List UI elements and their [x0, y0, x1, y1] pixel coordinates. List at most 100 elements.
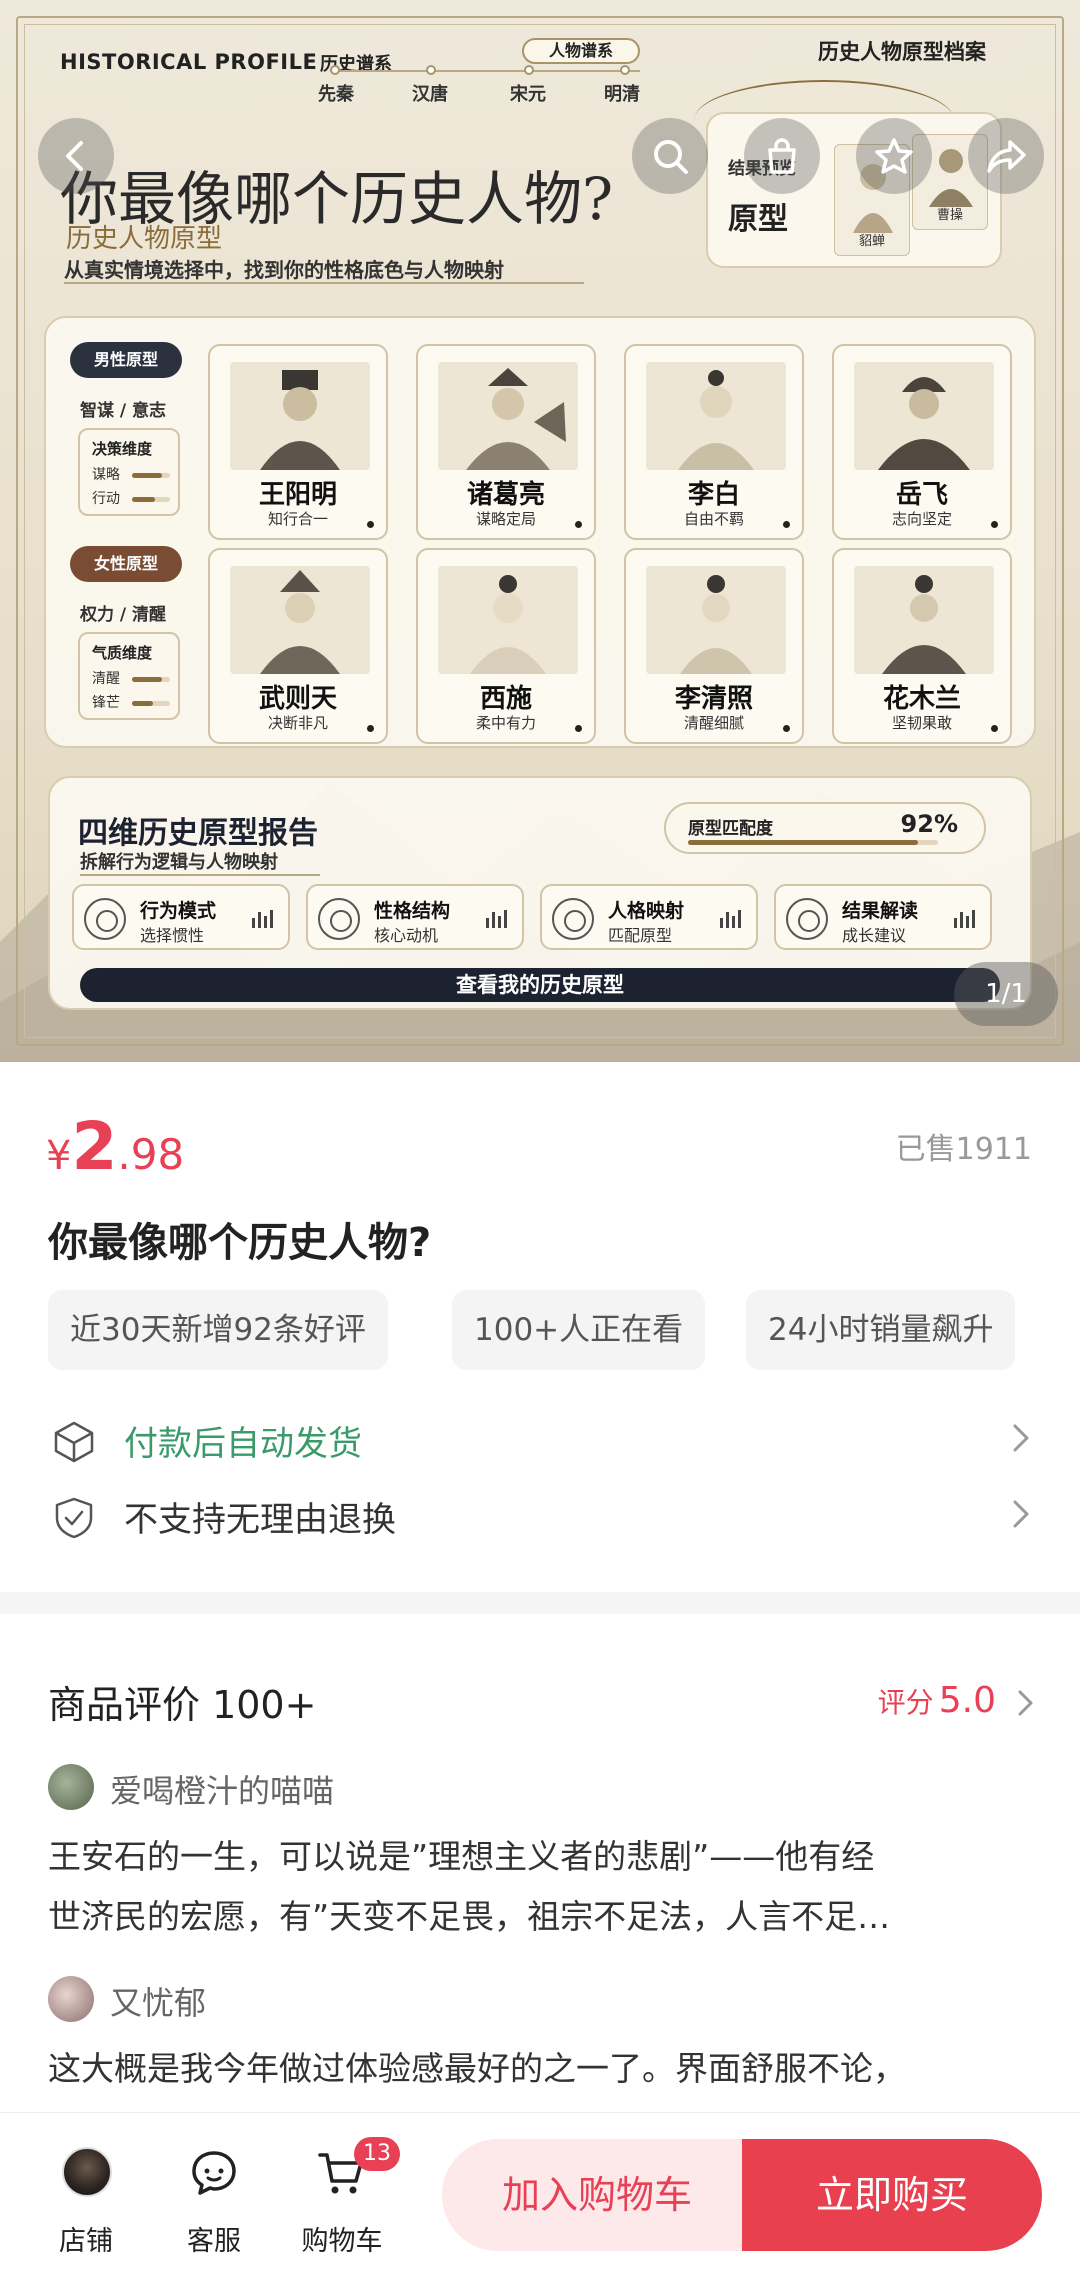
report-tile: 行为模式 选择惯性	[72, 884, 290, 950]
dimension-label: 行动	[92, 491, 120, 507]
card-dot	[367, 521, 374, 528]
card-dot	[783, 521, 790, 528]
share-button[interactable]	[968, 118, 1044, 194]
dimension-bar	[132, 497, 170, 502]
search-icon	[654, 140, 688, 174]
cart-count-badge: 13	[354, 2137, 400, 2171]
dimension-label: 锋芒	[92, 695, 120, 711]
banner-title-en: HISTORICAL PROFILE	[60, 50, 318, 74]
dimension-bar	[132, 677, 170, 682]
tile-sub: 匹配原型	[608, 926, 673, 945]
character-name: 诸葛亮	[466, 480, 545, 510]
portrait-sketch-icon	[680, 575, 752, 674]
dimension-bar	[132, 701, 170, 706]
bar-chart-icon	[954, 910, 976, 928]
character-card: 诸葛亮 谋略定局	[416, 344, 596, 540]
tile-title: 结果解读	[842, 900, 919, 922]
chevron-right-icon	[1013, 1500, 1029, 1528]
review-text-line: 这大概是我今年做过体验感最好的之一了。界面舒服不论，	[48, 2049, 906, 2088]
timeline-dot	[524, 65, 534, 75]
chevron-right-icon	[1013, 1424, 1029, 1452]
back-button[interactable]	[38, 118, 114, 194]
reviews-heading[interactable]: 商品评价 100+	[48, 1674, 316, 1729]
bar-chart-icon	[252, 910, 274, 928]
timeline-dot	[330, 65, 340, 75]
report-tile: 结果解读 成长建议	[774, 884, 992, 950]
report-subtitle: 拆解行为逻辑与人物映射	[80, 852, 278, 873]
card-dot	[991, 725, 998, 732]
price-integer: 2	[71, 1108, 118, 1185]
dimension-title: 气质维度	[92, 644, 153, 662]
banner-tagline: 从真实情境选择中，找到你的性格底色与人物映射	[64, 258, 504, 282]
sold-count: 已售1911	[895, 1132, 1032, 1167]
chevron-left-icon	[66, 141, 83, 171]
female-archetype-pill: 女性原型	[70, 546, 182, 582]
structure-icon	[318, 898, 360, 940]
buy-now-button[interactable]: 立即购买	[742, 2139, 1042, 2251]
review-username: 又忧郁	[110, 1984, 207, 2022]
character-desc: 坚韧果敢	[891, 714, 952, 732]
product-tag: 100+人正在看	[452, 1290, 706, 1370]
view-archetype-cta: 查看我的历史原型	[80, 968, 1000, 1002]
banner-subtitle: 历史人物原型	[66, 224, 223, 254]
favorite-button[interactable]	[856, 118, 932, 194]
product-image-carousel[interactable]: HISTORICAL PROFILE 历史谱系 先秦 汉唐 宋元 明清 人物谱系…	[0, 0, 1080, 1062]
tile-sub: 选择惯性	[140, 926, 205, 945]
tile-sub: 核心动机	[374, 926, 439, 945]
service-no-return-label: 不支持无理由退换	[124, 1500, 396, 1540]
price-decimal: .98	[117, 1130, 185, 1179]
shield-check-icon	[55, 1497, 93, 1539]
price: ¥2.98	[46, 1108, 184, 1185]
report-panel: 四维历史原型报告 拆解行为逻辑与人物映射 原型匹配度 92% 行为模式 选择惯性…	[48, 776, 1032, 1010]
service-no-return[interactable]: 不支持无理由退换	[48, 1484, 1032, 1544]
bag-button[interactable]	[744, 118, 820, 194]
price-currency: ¥	[46, 1133, 72, 1179]
product-title: 你最像哪个历史人物?	[48, 1220, 432, 1266]
tagline-underline	[64, 282, 584, 284]
character-portrait	[230, 362, 370, 470]
character-name: 岳飞	[895, 480, 948, 510]
mirror-icon	[552, 898, 594, 940]
review-text-line: 王安石的一生，可以说是”理想主义者的悲剧”——他有经	[48, 1837, 875, 1876]
timeline-era: 宋元	[510, 84, 546, 105]
shopping-bag-icon	[768, 138, 796, 174]
archive-title: 历史人物原型档案	[818, 40, 986, 64]
character-name: 李清照	[674, 684, 753, 714]
character-name: 武则天	[258, 684, 337, 714]
tile-title: 性格结构	[374, 900, 451, 922]
section-divider	[0, 1592, 1080, 1614]
cart-label: 购物车	[301, 2226, 383, 2257]
chat-bubble-icon	[192, 2151, 236, 2195]
male-archetype-sub: 智谋 / 意志	[80, 401, 167, 421]
search-button[interactable]	[632, 118, 708, 194]
male-dimension-box: 决策维度 谋略 行动	[78, 428, 180, 516]
match-meter: 原型匹配度 92%	[664, 802, 986, 854]
shop-avatar	[62, 2147, 112, 2197]
review-username: 爱喝橙汁的喵喵	[110, 1772, 335, 1810]
character-portrait	[646, 566, 786, 674]
reviews-score[interactable]: 评分 5.0	[878, 1680, 996, 1721]
avatar	[48, 1764, 94, 1810]
character-card: 西施 柔中有力	[416, 548, 596, 744]
star-icon	[875, 138, 913, 174]
portrait-sketch-icon	[466, 368, 566, 470]
review-text-line: 世济民的宏愿，有”天变不足畏，祖宗不足法，人言不足…	[48, 1897, 891, 1936]
chevron-right-icon[interactable]	[1016, 1688, 1036, 1718]
character-desc: 志向坚定	[891, 510, 952, 528]
report-title: 四维历史原型报告	[78, 816, 318, 851]
character-desc: 决断非凡	[267, 714, 328, 732]
portrait-sketch-icon	[878, 377, 970, 470]
service-auto-delivery[interactable]: 付款后自动发货	[48, 1408, 1032, 1468]
card-dot	[575, 725, 582, 732]
timeline-dot	[426, 65, 436, 75]
card-dot	[367, 725, 374, 732]
character-card: 岳飞 志向坚定	[832, 344, 1012, 540]
tile-sub: 成长建议	[842, 926, 907, 945]
add-to-cart-button[interactable]: 加入购物车	[442, 2139, 752, 2251]
dimension-label: 谋略	[92, 467, 120, 483]
timeline-dot	[620, 65, 630, 75]
mini-portrait-caption: 曹操	[936, 208, 963, 223]
character-desc: 自由不羁	[683, 510, 744, 528]
portrait-sketch-icon	[470, 575, 546, 674]
share-icon	[987, 140, 1026, 173]
